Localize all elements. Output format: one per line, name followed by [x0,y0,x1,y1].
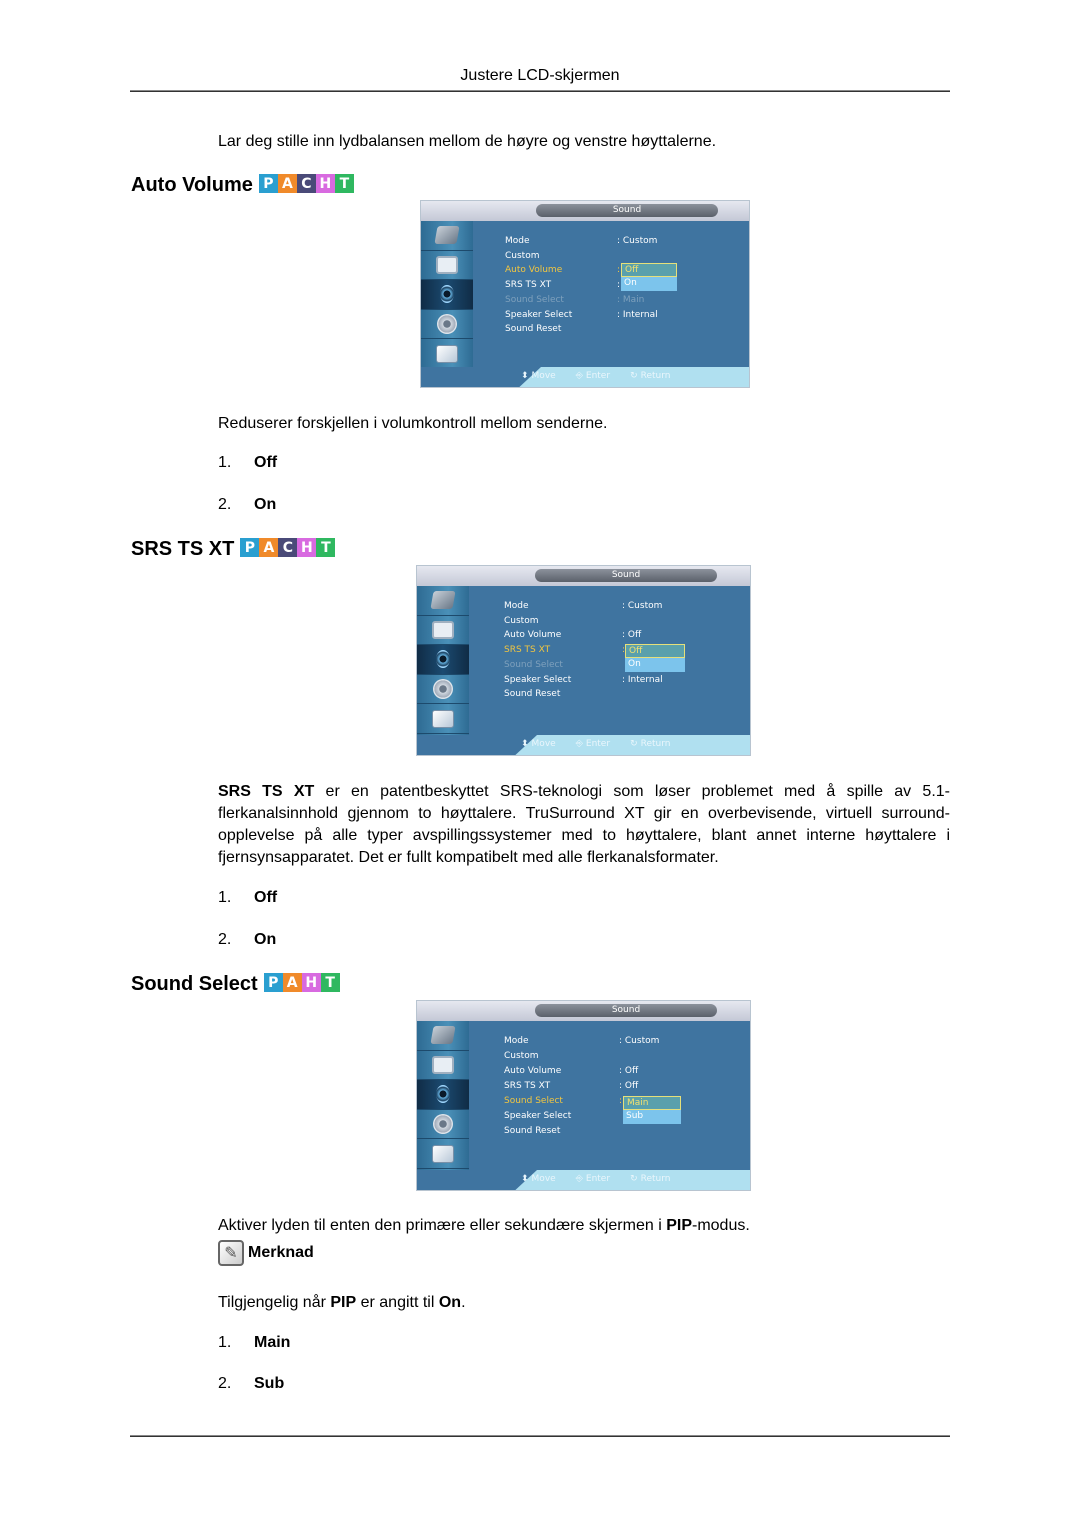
updown-arrow-icon: ⬍ [521,371,529,381]
badge-a: A [282,973,302,992]
osd-hint-bar: ⬍ Move ⎆ Enter ↻ Return [417,1170,750,1190]
badge-t: T [334,174,354,193]
hint-enter: ⎆ Enter [575,371,611,381]
badge-p: P [263,973,283,992]
badge-h: H [315,174,335,193]
hint-enter: ⎆ Enter [575,739,611,749]
note-label: Merknad [248,1244,314,1261]
section-title-auto-volume: Auto Volume P A C H T [131,174,354,197]
picture-icon [432,1055,454,1074]
model-badges: P A C H T [240,538,336,557]
osd-title: Sound [536,204,718,217]
hint-enter: ⎆ Enter [575,1174,611,1184]
list-item: 2. On [218,496,277,513]
badge-p: P [258,174,278,193]
osd-title: Sound [535,1004,717,1017]
osd-hint-bar: ⬍ Move ⎆ Enter ↻ Return [417,735,750,755]
setup-icon [433,1114,453,1135]
page-header-title: Justere LCD-skjermen [460,67,620,84]
badge-h: H [297,538,317,557]
osd-sidebar [417,586,469,735]
hint-return: ↻ Return [630,1174,671,1184]
badge-t: T [316,538,336,557]
osd-dropdown: Off On [621,263,677,291]
return-icon: ↻ [630,371,638,381]
osd-screenshot-srs-ts-xt: Sound Mode: Custom Custom Auto Volume: O… [416,565,751,756]
dropdown-option-on: On [625,658,685,672]
badge-a: A [277,174,297,193]
enter-icon: ⎆ [575,739,583,749]
osd-title: Sound [535,569,717,582]
dropdown-option-sub: Sub [623,1110,681,1124]
hint-return: ↻ Return [630,371,671,381]
list-item: 1. Main [218,1334,291,1351]
osd-screenshot-sound-select: Sound Mode: Custom Custom Auto Volume: O… [416,1000,751,1191]
input-icon [430,1026,456,1045]
updown-arrow-icon: ⬍ [521,739,529,749]
sound-icon [436,650,450,669]
osd-hint-bar: ⬍ Move ⎆ Enter ↻ Return [421,367,749,387]
osd-sidebar [421,221,473,369]
return-icon: ↻ [630,1174,638,1184]
return-icon: ↻ [630,739,638,749]
dropdown-option-off: Off [621,263,677,277]
updown-arrow-icon: ⬍ [521,1174,529,1184]
footer-divider [130,1435,950,1437]
section-heading: Sound Select [131,973,258,995]
enter-icon: ⎆ [575,371,583,381]
multi-control-icon [432,1144,454,1163]
intro-text: Lar deg stille inn lydbalansen mellom de… [218,133,717,150]
section-heading: SRS TS XT [131,538,235,560]
model-badges: P A C H T [258,174,354,193]
section-title-srs-ts-xt: SRS TS XT P A C H T [131,538,336,561]
enter-icon: ⎆ [575,1174,583,1184]
input-icon [434,226,460,245]
badge-a: A [259,538,279,557]
list-item: 2. Sub [218,1375,285,1392]
note-heading: ✎ Merknad [218,1240,314,1266]
input-icon [430,591,456,610]
badge-c: C [278,538,298,557]
sound-icon [440,285,454,304]
header-divider [130,90,950,92]
multi-control-icon [436,344,458,363]
hint-move: ⬍ Move [521,739,556,749]
osd-screenshot-auto-volume: Sound Mode: Custom Custom Auto Volume: S… [420,200,750,388]
hint-move: ⬍ Move [521,371,556,381]
sound-icon [436,1085,450,1104]
section-title-sound-select: Sound Select P A H T [131,973,340,996]
osd-dropdown: Off On [625,644,685,672]
srs-description: SRS TS XT er en patentbeskyttet SRS-tekn… [218,783,950,866]
sound-select-description: Aktiver lyden til enten den primære elle… [218,1217,750,1234]
dropdown-option-off: Off [625,644,685,658]
picture-icon [432,620,454,639]
badge-h: H [301,973,321,992]
picture-icon [436,255,458,274]
section-heading: Auto Volume [131,174,253,196]
hint-return: ↻ Return [630,739,671,749]
hint-move: ⬍ Move [521,1174,556,1184]
model-badges: P A H T [263,973,340,992]
dropdown-option-main: Main [623,1096,681,1110]
note-text: Tilgjengelig når PIP er angitt til On. [218,1294,466,1311]
osd-dropdown: Main Sub [623,1096,681,1124]
multi-control-icon [432,709,454,728]
note-pencil-icon: ✎ [218,1240,244,1266]
osd-sidebar [417,1021,469,1170]
badge-t: T [320,973,340,992]
badge-c: C [296,174,316,193]
auto-volume-description: Reduserer forskjellen i volumkontroll me… [218,415,608,432]
list-item: 2. On [218,931,277,948]
badge-p: P [240,538,260,557]
setup-icon [433,679,453,700]
list-item: 1. Off [218,889,278,906]
setup-icon [437,314,457,335]
dropdown-option-on: On [621,277,677,291]
list-item: 1. Off [218,454,278,471]
